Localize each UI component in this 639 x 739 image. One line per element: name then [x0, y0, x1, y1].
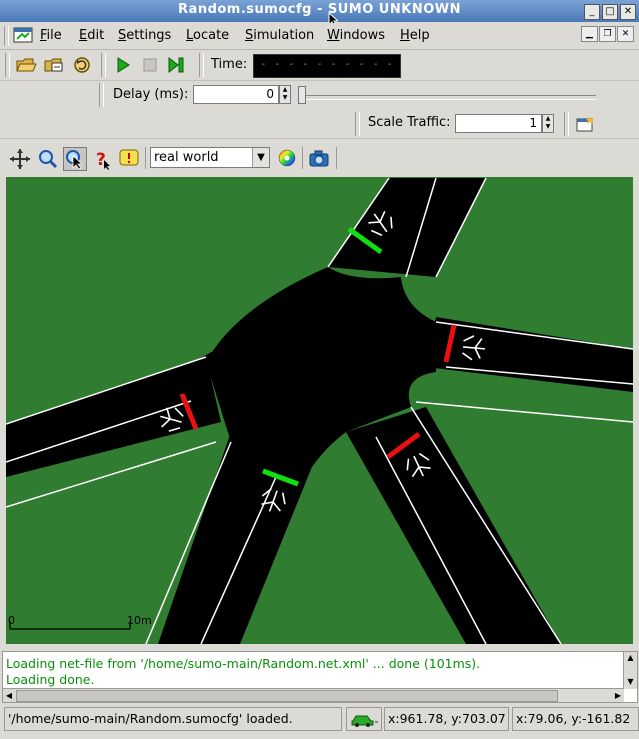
- scale-toolbar: Scale Traffic: 1 ▲ ▼: [0, 110, 639, 139]
- zoom-icon[interactable]: [37, 148, 59, 170]
- delay-slider-thumb[interactable]: [298, 86, 306, 104]
- mdi-minimize-button[interactable]: ▁: [581, 26, 598, 42]
- chevron-down-icon[interactable]: ▼: [252, 148, 269, 167]
- delay-slider-track[interactable]: [298, 95, 596, 100]
- horizontal-scrollbar[interactable]: ◀ ▶: [3, 688, 624, 702]
- query-icon[interactable]: ?: [91, 148, 113, 170]
- delay-input[interactable]: 0: [193, 85, 279, 104]
- locate-select-icon: [66, 150, 84, 170]
- app-icon[interactable]: [13, 26, 33, 44]
- scroll-right-icon[interactable]: ▶: [612, 689, 624, 702]
- car-icon: [351, 715, 378, 727]
- mdi-restore-button[interactable]: ❐: [599, 26, 616, 42]
- window-titlebar[interactable]: Random.sumocfg - SUMO UNKNOWN _ □ ✕: [0, 0, 639, 28]
- menubar-grip[interactable]: [4, 26, 9, 46]
- maximize-button[interactable]: □: [602, 4, 618, 20]
- separator: [302, 147, 303, 169]
- toolbar-grip[interactable]: [5, 53, 10, 77]
- menu-locate[interactable]: Locate: [186, 28, 229, 43]
- toolbar-grip[interactable]: [99, 83, 104, 107]
- menu-edit[interactable]: Edit: [79, 28, 104, 43]
- color-wheel-icon[interactable]: [276, 147, 298, 169]
- reload-icon[interactable]: [71, 55, 93, 75]
- select-mode-button[interactable]: [63, 147, 87, 171]
- message-line: Loading net-file from '/home/sumo-main/R…: [6, 656, 481, 671]
- menu-windows[interactable]: Windows: [327, 28, 385, 43]
- time-display: - - - - - - - - - - - - - -: [253, 54, 401, 90]
- screenshot-camera-icon[interactable]: [308, 148, 330, 168]
- step-icon[interactable]: [166, 55, 188, 75]
- message-window[interactable]: Loading net-file from '/home/sumo-main/R…: [2, 651, 638, 703]
- menu-help[interactable]: Help: [400, 28, 430, 43]
- toolbar-grip[interactable]: [101, 53, 106, 77]
- geo-coordinates: x:79.06, y:-161.82: [512, 707, 639, 731]
- scroll-thumb[interactable]: [16, 690, 558, 702]
- status-message: '/home/sumo-main/Random.sumocfg' loaded.: [4, 707, 342, 731]
- scroll-up-icon[interactable]: ▲: [624, 652, 637, 664]
- scroll-left-icon[interactable]: ◀: [3, 689, 15, 702]
- menu-file[interactable]: File: [40, 28, 62, 43]
- toolbar-grip[interactable]: [355, 112, 360, 136]
- separator: [336, 147, 337, 169]
- delay-toolbar: Delay (ms): 0 ▲ ▼: [0, 81, 639, 109]
- toolbar-grip[interactable]: [199, 53, 204, 77]
- net-coordinates: x:961.78, y:703.07: [384, 707, 509, 731]
- menu-settings[interactable]: Settings: [118, 28, 171, 43]
- network-view[interactable]: 0 10m: [6, 177, 633, 644]
- stop-icon[interactable]: [140, 55, 160, 75]
- toolbar-grip[interactable]: [564, 112, 569, 136]
- message-line: Loading done.: [6, 672, 95, 687]
- minimize-button[interactable]: _: [584, 4, 600, 20]
- window-title: Random.sumocfg - SUMO UNKNOWN: [178, 2, 461, 17]
- delay-label: Delay (ms):: [113, 87, 189, 102]
- scale-label-end: 10m: [127, 614, 152, 627]
- scale-traffic-input[interactable]: 1: [455, 114, 542, 133]
- color-scheme-select[interactable]: real world ▼: [150, 147, 270, 168]
- menu-simulation[interactable]: Simulation: [245, 28, 314, 43]
- scale-traffic-label: Scale Traffic:: [368, 115, 451, 130]
- network-canvas[interactable]: 0 10m: [6, 177, 633, 644]
- color-scheme-value: real world: [154, 150, 219, 165]
- reload-net-icon[interactable]: [43, 55, 65, 75]
- vehicle-status-button[interactable]: [346, 707, 382, 731]
- menubar: File Edit Settings Locate Simulation Win…: [0, 23, 639, 50]
- run-play-icon[interactable]: [113, 55, 133, 75]
- recenter-view-icon[interactable]: [9, 148, 31, 170]
- vertical-scrollbar[interactable]: ▲ ▼: [623, 652, 637, 689]
- delay-spinner[interactable]: ▲ ▼: [279, 85, 291, 104]
- scale-label-start: 0: [8, 614, 15, 627]
- view-toolbar: ? real world ▼: [6, 143, 633, 173]
- time-label: Time:: [211, 57, 248, 72]
- add-vehicles-icon[interactable]: [575, 115, 595, 133]
- tooltip-toggle-icon[interactable]: [118, 147, 140, 169]
- scroll-down-icon[interactable]: ▼: [624, 676, 637, 688]
- separator: [145, 147, 146, 169]
- mdi-close-button[interactable]: ✕: [617, 26, 634, 42]
- open-folder-icon[interactable]: [15, 55, 37, 75]
- scale-traffic-spinner[interactable]: ▲ ▼: [542, 114, 554, 133]
- close-button[interactable]: ✕: [620, 4, 636, 20]
